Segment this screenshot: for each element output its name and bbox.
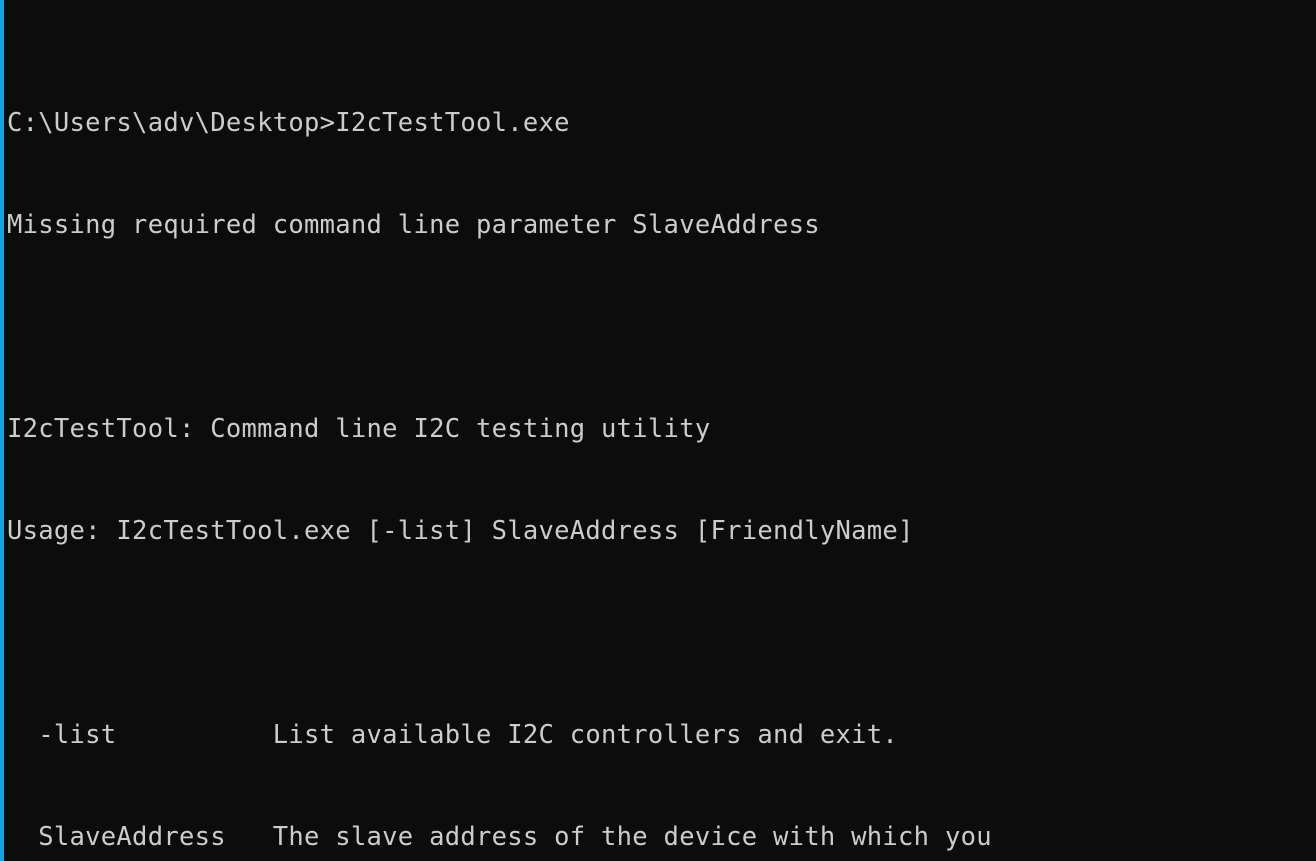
console-line: Usage: I2cTestTool.exe [-list] SlaveAddr…	[7, 516, 914, 546]
console-window[interactable]: C:\Users\adv\Desktop>I2cTestTool.exe Mis…	[0, 0, 1316, 861]
console-line: SlaveAddress The slave address of the de…	[7, 822, 992, 852]
console-line: Missing required command line parameter …	[7, 210, 820, 240]
console-line: C:\Users\adv\Desktop>I2cTestTool.exe	[7, 108, 570, 138]
window-accent-bar	[0, 0, 4, 861]
console-output-text[interactable]: C:\Users\adv\Desktop>I2cTestTool.exe Mis…	[7, 0, 1316, 861]
console-line: I2cTestTool: Command line I2C testing ut…	[7, 414, 711, 444]
console-line: -list List available I2C controllers and…	[7, 720, 899, 750]
